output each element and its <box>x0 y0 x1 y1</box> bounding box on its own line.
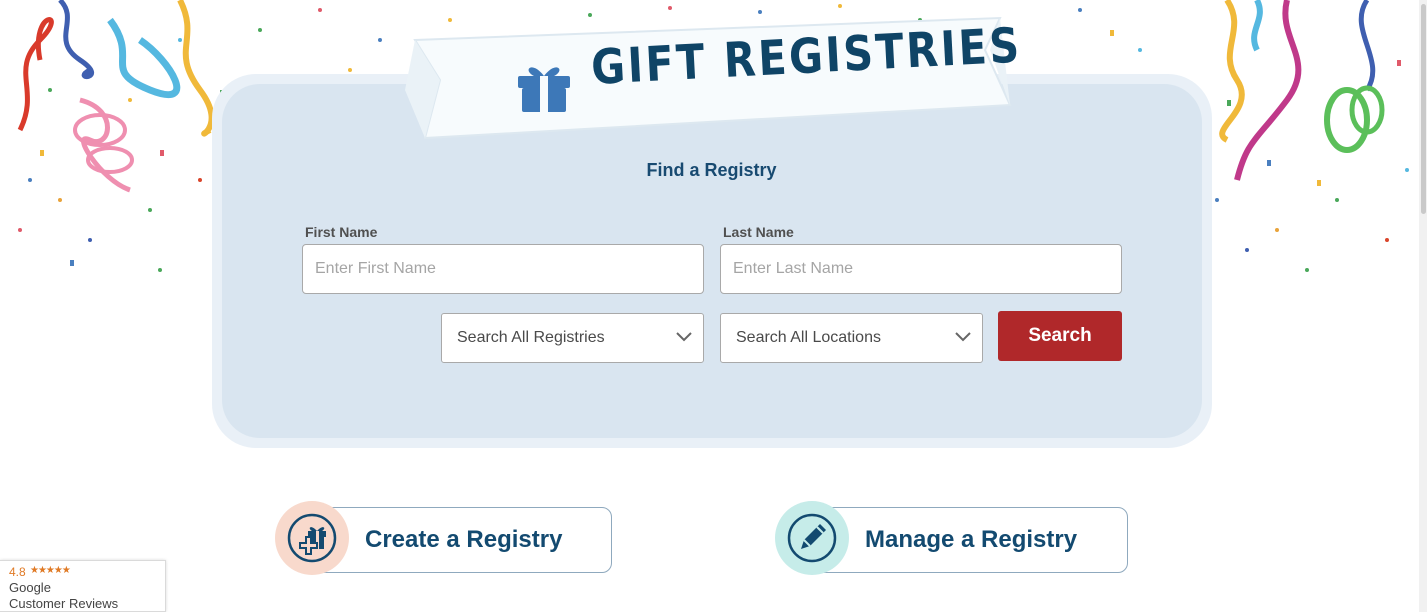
google-reviews-badge[interactable]: 4.8 ★★★★★ Google Customer Reviews <box>0 560 166 612</box>
pencil-icon <box>787 513 837 563</box>
gift-plus-icon <box>287 513 337 563</box>
manage-registry-label: Manage a Registry <box>865 526 1078 553</box>
search-button[interactable]: Search <box>998 311 1122 361</box>
create-registry-icon-circle[interactable] <box>275 501 349 575</box>
last-name-label: Last Name <box>723 224 794 240</box>
chevron-down-icon <box>955 332 971 342</box>
page-scrollbar[interactable] <box>1419 0 1427 612</box>
review-rating: 4.8 <box>9 565 26 579</box>
review-brand: Google <box>9 580 51 595</box>
create-registry-button[interactable]: Create a Registry <box>308 507 612 573</box>
create-registry-label: Create a Registry <box>365 526 563 553</box>
confetti-decoration-left <box>17 0 224 272</box>
star-rating-icon: ★★★★★ <box>30 565 71 576</box>
chevron-down-icon <box>676 332 692 342</box>
location-select[interactable]: Search All Locations <box>720 313 983 363</box>
first-name-label: First Name <box>305 224 378 240</box>
manage-registry-button[interactable]: Manage a Registry <box>808 507 1128 573</box>
find-registry-heading: Find a Registry <box>646 160 777 180</box>
location-select-value: Search All Locations <box>736 329 881 346</box>
registry-type-select-value: Search All Registries <box>457 329 605 346</box>
manage-registry-icon-circle[interactable] <box>775 501 849 575</box>
last-name-input[interactable] <box>720 244 1122 294</box>
first-name-input[interactable] <box>302 244 704 294</box>
registry-type-select[interactable]: Search All Registries <box>441 313 704 363</box>
scrollbar-thumb[interactable] <box>1421 4 1426 214</box>
confetti-decoration-right <box>1205 0 1409 272</box>
gift-icon <box>518 67 570 112</box>
review-caption: Customer Reviews <box>9 596 119 611</box>
